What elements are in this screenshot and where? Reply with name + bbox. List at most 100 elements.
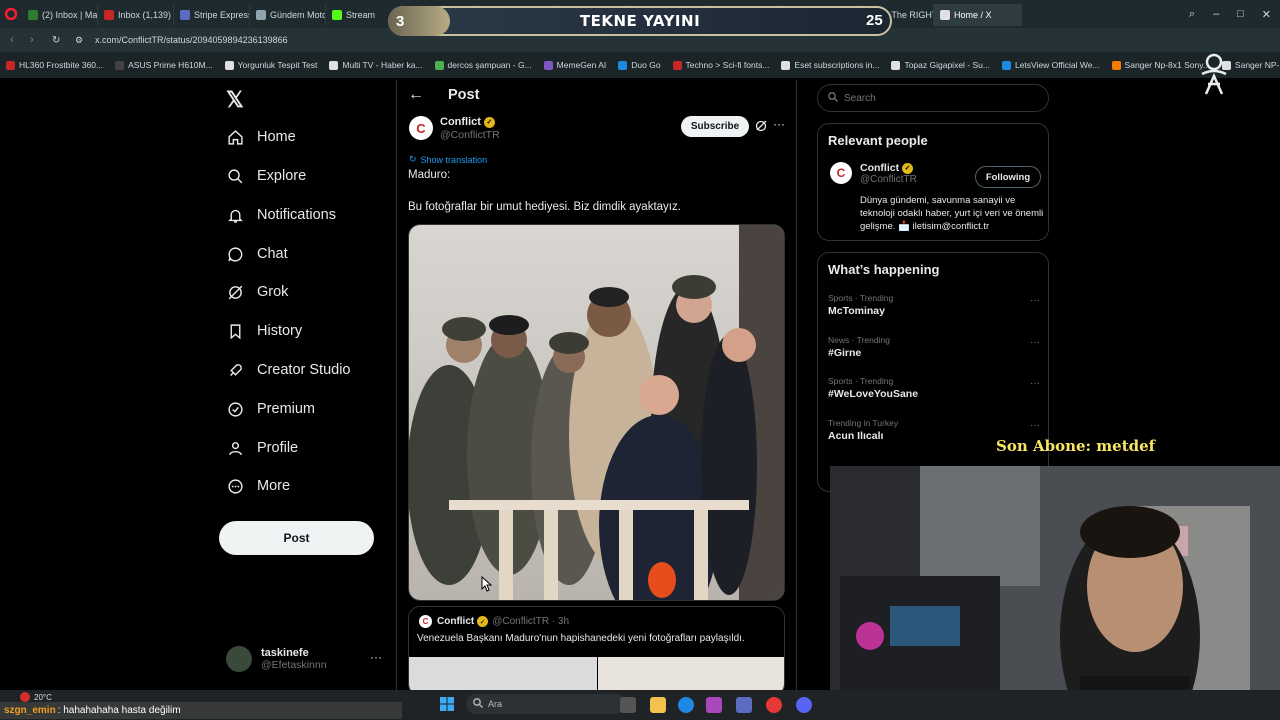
discord-icon[interactable]: [796, 697, 812, 713]
nav-item-label: More: [257, 478, 291, 494]
trend-more-icon[interactable]: ···: [1030, 420, 1040, 431]
more-circle-icon: [226, 477, 244, 495]
bookmark-favicon-icon: [329, 60, 339, 70]
trend-item[interactable]: Sports · Trending #WeLoveYouSane ···: [828, 376, 1040, 400]
grok-icon[interactable]: [755, 119, 767, 137]
search-placeholder: Search: [844, 92, 876, 104]
account-switcher[interactable]: taskinefe @Efetaskinnn ···: [226, 642, 386, 676]
bookmark-label: Topaz Gigapixel - Su...: [904, 60, 990, 70]
task-view-icon[interactable]: [620, 697, 636, 713]
account-handle: @Efetaskinnn: [261, 659, 327, 671]
bookmark-icon: [226, 322, 244, 340]
bookmark-item[interactable]: HL360 Frostbite 360...: [6, 60, 103, 70]
chat-icon: [226, 245, 244, 263]
browser-tab[interactable]: Home / X: [934, 4, 1022, 26]
panel-title: Relevant people: [828, 133, 928, 148]
post-more-icon[interactable]: ···: [773, 117, 785, 131]
post-author[interactable]: C Conflict ✓ @ConflictTR: [409, 116, 500, 141]
nav-item-grok[interactable]: Grok: [226, 277, 288, 307]
relevant-person[interactable]: C Conflict ✓ @ConflictTR Dünya gündemi, s…: [830, 162, 1043, 232]
nav-item-notifications[interactable]: Notifications: [226, 200, 336, 230]
back-icon[interactable]: ‹: [10, 34, 14, 46]
bookmark-favicon-icon: [781, 60, 791, 70]
opera-icon[interactable]: [766, 697, 782, 713]
nav-item-creator-studio[interactable]: Creator Studio: [226, 355, 351, 385]
webcam-feed: [830, 466, 1280, 720]
conflict-avatar[interactable]: C: [830, 162, 852, 184]
trend-category: News · Trending: [828, 335, 890, 345]
bookmark-item[interactable]: Eset subscriptions in...: [781, 60, 879, 70]
trend-category: Trending in Turkey: [828, 418, 899, 428]
bookmark-favicon-icon: [434, 60, 444, 70]
bookmark-item[interactable]: Topaz Gigapixel - Su...: [891, 60, 990, 70]
file-explorer-icon[interactable]: [650, 697, 666, 713]
nav-item-home[interactable]: Home: [226, 122, 296, 152]
bookmark-item[interactable]: Techno > Sci-fi fonts...: [672, 60, 770, 70]
browser-tab[interactable]: (2) Inbox | Mail: [22, 4, 98, 26]
bookmark-item[interactable]: Yorgunluk Tespit Test: [224, 60, 317, 70]
search-input[interactable]: Search: [817, 84, 1049, 112]
nav-item-chat[interactable]: Chat: [226, 239, 288, 269]
bookmark-item[interactable]: Sanger Np-8x1 Sony...: [1111, 60, 1210, 70]
trend-more-icon[interactable]: ···: [1030, 295, 1040, 306]
reload-icon[interactable]: ↻: [52, 35, 60, 46]
trend-item[interactable]: Sports · Trending McTominay ···: [828, 293, 1040, 317]
bookmark-item[interactable]: Duo Go: [618, 60, 661, 70]
bookmark-label: Techno > Sci-fi fonts...: [685, 60, 770, 70]
back-arrow-icon[interactable]: ←: [408, 86, 424, 104]
post-photo[interactable]: [408, 224, 785, 601]
trend-more-icon[interactable]: ···: [1030, 337, 1040, 348]
more-icon[interactable]: ···: [370, 650, 382, 664]
close-icon[interactable]: ✕: [1262, 8, 1271, 21]
nav-item-explore[interactable]: Explore: [226, 161, 306, 191]
nav-item-history[interactable]: History: [226, 316, 302, 346]
relevant-name[interactable]: Conflict: [860, 162, 899, 174]
bookmark-item[interactable]: Sanger NP-BX1 Sony...: [1221, 60, 1280, 70]
column-divider: [796, 80, 797, 690]
nav-item-label: Premium: [257, 401, 316, 417]
quoted-post[interactable]: C Conflict ✓ @ConflictTR · 3h Venezuela …: [408, 606, 785, 696]
trend-category: Sports · Trending: [828, 293, 894, 303]
opera-logo-icon[interactable]: [0, 3, 22, 25]
nav-item-more[interactable]: More: [226, 471, 290, 501]
tab-favicon-icon: [180, 10, 190, 20]
maximize-icon[interactable]: □: [1237, 8, 1244, 21]
x-logo-icon[interactable]: 𝕏: [226, 87, 244, 113]
bookmark-item[interactable]: LetsView Official We...: [1001, 60, 1100, 70]
author-name[interactable]: Conflict: [440, 116, 481, 128]
browser-tab[interactable]: Inbox (1,139) - k: [98, 4, 174, 26]
bookmark-favicon-icon: [891, 60, 901, 70]
forward-icon[interactable]: ›: [30, 34, 34, 46]
windows-start-icon[interactable]: [440, 697, 454, 716]
bookmark-item[interactable]: dercos şampuan - G...: [434, 60, 532, 70]
browser-tab[interactable]: Stripe Express - I: [174, 4, 250, 26]
relevant-handle[interactable]: @ConflictTR: [860, 174, 917, 185]
bookmark-item[interactable]: MemeGen AI: [543, 60, 606, 70]
search-tabs-icon[interactable]: ⌕: [1189, 8, 1195, 21]
trend-more-icon[interactable]: ···: [1030, 378, 1040, 389]
trend-item[interactable]: News · Trending #Girne ···: [828, 335, 1040, 359]
nav-item-premium[interactable]: Premium: [226, 394, 315, 424]
column-divider: [396, 80, 397, 690]
following-button[interactable]: Following: [975, 166, 1041, 188]
show-translation-link[interactable]: ↻ Show translation: [409, 154, 487, 165]
bookmark-item[interactable]: Multi TV - Haber ka...: [329, 60, 423, 70]
copilot-icon[interactable]: [706, 697, 722, 713]
store-icon[interactable]: [736, 697, 752, 713]
post-button[interactable]: Post: [219, 521, 374, 555]
site-info-icon[interactable]: ⚙: [75, 35, 83, 46]
author-handle[interactable]: @ConflictTR: [440, 129, 500, 141]
bookmark-item[interactable]: ASUS Prime H610M...: [115, 60, 213, 70]
taskbar-search-input[interactable]: Ara: [466, 694, 626, 714]
subscribe-button[interactable]: Subscribe: [681, 116, 749, 137]
conflict-avatar[interactable]: C: [409, 116, 433, 140]
browser-tab[interactable]: Gündem Motoru: [250, 4, 326, 26]
weather-temp[interactable]: 20°C: [34, 693, 52, 702]
nav-item-profile[interactable]: Profile: [226, 433, 298, 463]
last-subscriber-overlay: Son Abone: metdef: [996, 437, 1156, 455]
minimize-icon[interactable]: –: [1213, 8, 1219, 21]
window-controls[interactable]: ⌕ – □ ✕: [1180, 8, 1280, 21]
edge-icon[interactable]: [678, 697, 694, 713]
url-text[interactable]: x.com/ConflictTR/status/2094059894236139…: [95, 35, 288, 45]
avatar: [226, 646, 252, 672]
